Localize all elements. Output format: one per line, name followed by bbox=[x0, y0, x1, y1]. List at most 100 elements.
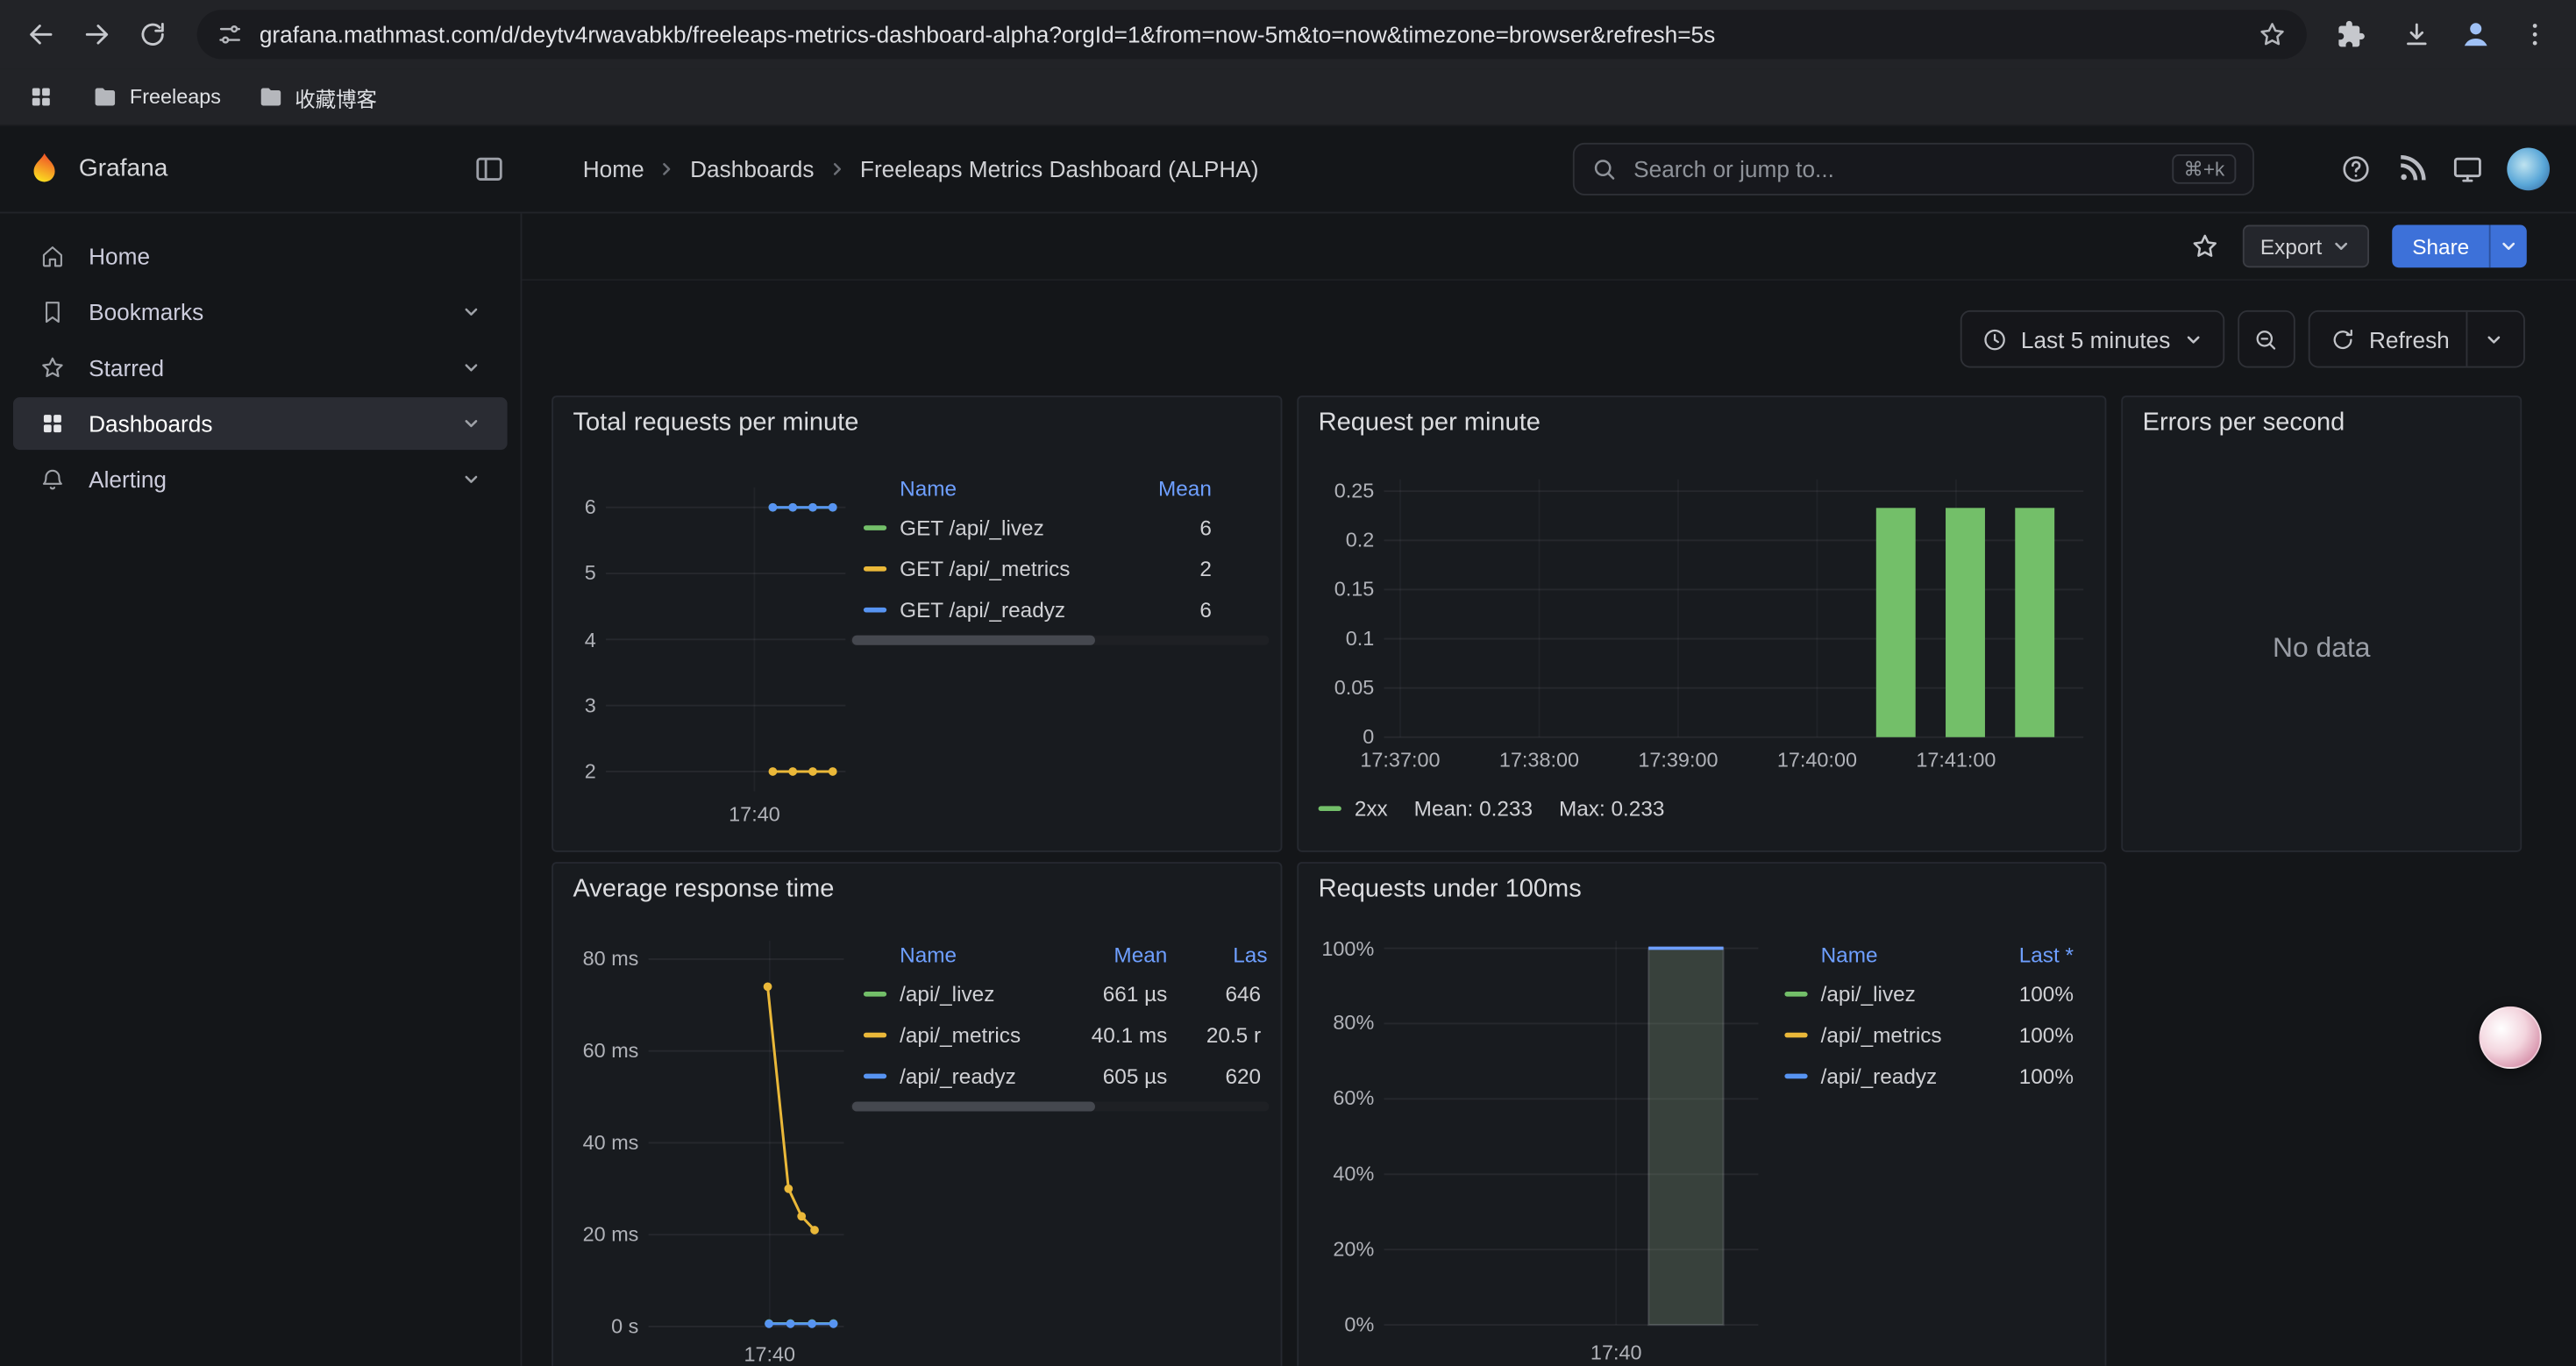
legend-scrollbar-thumb[interactable] bbox=[852, 636, 1095, 645]
reload-button[interactable] bbox=[125, 6, 181, 62]
legend-col-name[interactable]: Name bbox=[1821, 937, 1878, 973]
sidebar-item-label: Bookmarks bbox=[89, 299, 203, 325]
chevron-down-icon[interactable] bbox=[461, 358, 480, 377]
chart-canvas[interactable] bbox=[649, 941, 844, 1327]
reload-icon bbox=[138, 19, 167, 49]
legend-row[interactable]: /api/_livez100% bbox=[1771, 973, 2087, 1014]
legend-scrollbar[interactable] bbox=[850, 1101, 1269, 1111]
monitor-icon[interactable] bbox=[2451, 153, 2484, 185]
header-icons bbox=[2339, 126, 2550, 211]
chart-canvas[interactable] bbox=[1384, 941, 1759, 1325]
user-avatar[interactable] bbox=[2507, 148, 2550, 191]
url-bar[interactable]: grafana.mathmast.com/d/deytv4rwavabkb/fr… bbox=[197, 10, 2307, 59]
legend-col-mean[interactable]: Mean bbox=[1114, 937, 1167, 973]
bookmark-folder[interactable]: Freeleaps bbox=[79, 77, 234, 117]
chevron-down-icon[interactable] bbox=[461, 470, 480, 489]
sidebar-item-alerting[interactable]: Alerting bbox=[13, 453, 508, 506]
back-button[interactable] bbox=[13, 6, 69, 62]
total-requests-legend: Name MeanGET /api/_livez6GET /api/_metric… bbox=[850, 471, 1269, 644]
star-icon bbox=[39, 354, 66, 381]
legend-col-last[interactable]: Las bbox=[1233, 937, 1267, 973]
home-icon bbox=[39, 243, 66, 269]
bookmark-star-icon[interactable] bbox=[2258, 19, 2288, 49]
refresh-icon bbox=[2330, 326, 2356, 352]
share-button[interactable]: Share bbox=[2393, 225, 2527, 268]
sidebar-item-dashboards[interactable]: Dashboards bbox=[13, 397, 508, 450]
breadcrumb-item[interactable]: Dashboards bbox=[690, 156, 814, 182]
series-name: /api/_metrics bbox=[900, 1014, 1021, 1056]
browser-window: grafana.mathmast.com/d/deytv4rwavabkb/fr… bbox=[0, 0, 2576, 1362]
legend-col-last[interactable]: Last * bbox=[2019, 937, 2074, 973]
refresh-button[interactable]: Refresh bbox=[2309, 310, 2525, 368]
chevron-down-icon[interactable] bbox=[461, 302, 480, 322]
y-axis-label: 40 ms bbox=[553, 1131, 638, 1154]
x-axis-label: 17:40 bbox=[1542, 1341, 1690, 1364]
legend-row[interactable]: /api/_metrics40.1 ms20.5 r bbox=[850, 1014, 1269, 1056]
export-button[interactable]: Export bbox=[2242, 225, 2369, 268]
sidebar-item-home[interactable]: Home bbox=[13, 230, 508, 282]
request-per-minute-legend[interactable]: 2xx Mean: 0.233 Max: 0.233 bbox=[1319, 796, 1665, 821]
y-axis-label: 0.1 bbox=[1299, 627, 1374, 650]
legend-row[interactable]: /api/_metrics100% bbox=[1771, 1014, 2087, 1056]
floating-avatar[interactable] bbox=[2479, 1007, 2541, 1069]
y-axis-label: 5 bbox=[553, 562, 596, 585]
y-axis-label: 0% bbox=[1299, 1313, 1374, 1336]
breadcrumb-item[interactable]: Home bbox=[583, 156, 644, 182]
panel-title[interactable]: Errors per second bbox=[2143, 409, 2345, 438]
breadcrumb-separator-icon bbox=[658, 160, 677, 179]
search-input[interactable] bbox=[1630, 154, 2172, 184]
series-last: 20.5 r bbox=[1206, 1014, 1261, 1056]
favorite-star-icon[interactable] bbox=[2189, 231, 2219, 261]
series-mean: 605 µs bbox=[1103, 1056, 1168, 1097]
y-axis-label: 0.05 bbox=[1299, 677, 1374, 700]
forward-button[interactable] bbox=[69, 6, 125, 62]
help-icon[interactable] bbox=[2339, 153, 2372, 185]
chevron-down-icon[interactable] bbox=[461, 414, 480, 433]
panel-requests-under-100ms: Requests under 100ms 100%80%60%40%20%0%1… bbox=[1297, 862, 2106, 1366]
series-color-dash bbox=[864, 608, 886, 613]
y-axis-label: 2 bbox=[553, 760, 596, 783]
series-color-dash bbox=[1784, 1033, 1807, 1038]
legend-col-name[interactable]: Name bbox=[900, 937, 957, 973]
chart-canvas[interactable] bbox=[606, 487, 845, 791]
legend-row[interactable]: GET /api/_readyz6 bbox=[850, 589, 1269, 630]
legend-row[interactable]: GET /api/_livez6 bbox=[850, 508, 1269, 549]
sidebar-item-starred[interactable]: Starred bbox=[13, 341, 508, 394]
share-menu-button[interactable] bbox=[2489, 225, 2527, 268]
average-response-time-legend: Name Mean Las/api/_livez661 µs646/api/_met… bbox=[850, 937, 1269, 1111]
apps-shortcut-button[interactable] bbox=[19, 75, 62, 118]
profile-button[interactable] bbox=[2454, 13, 2497, 56]
sidebar-item-bookmarks[interactable]: Bookmarks bbox=[13, 286, 508, 338]
y-axis-label: 80 ms bbox=[553, 948, 638, 971]
legend-col-mean[interactable]: Mean bbox=[1158, 471, 1212, 507]
chart-canvas[interactable] bbox=[1384, 480, 2084, 737]
legend-scrollbar[interactable] bbox=[850, 636, 1269, 645]
legend-header-row: Name Last * bbox=[1771, 937, 2087, 973]
site-settings-icon[interactable] bbox=[217, 21, 243, 47]
search-box[interactable]: ⌘+k bbox=[1573, 143, 2254, 196]
chevron-down-icon[interactable] bbox=[2484, 329, 2503, 348]
bookmark-folder[interactable]: 收藏博客 bbox=[244, 75, 390, 119]
y-axis-label: 6 bbox=[553, 496, 596, 519]
grafana-logo-icon[interactable] bbox=[26, 151, 62, 187]
legend-row[interactable]: GET /api/_metrics2 bbox=[850, 548, 1269, 589]
legend-row[interactable]: /api/_livez661 µs646 bbox=[850, 973, 1269, 1014]
rss-icon[interactable] bbox=[2395, 153, 2428, 185]
legend-col-name[interactable]: Name bbox=[900, 471, 957, 507]
legend-row[interactable]: /api/_readyz605 µs620 bbox=[850, 1056, 1269, 1097]
y-axis-label: 60% bbox=[1299, 1087, 1374, 1110]
browser-menu-button[interactable] bbox=[2507, 6, 2563, 62]
series-name[interactable]: 2xx bbox=[1355, 796, 1388, 821]
time-range-picker[interactable]: Last 5 minutes bbox=[1960, 310, 2225, 368]
request-per-minute-chart[interactable]: 0.250.20.150.10.05017:37:0017:38:0017:39… bbox=[1299, 397, 2104, 850]
y-axis-label: 0.15 bbox=[1299, 578, 1374, 601]
legend-row[interactable]: /api/_readyz100% bbox=[1771, 1056, 2087, 1097]
mega-menu-dock-icon[interactable] bbox=[473, 153, 505, 185]
y-axis-label: 0.25 bbox=[1299, 480, 1374, 502]
downloads-button[interactable] bbox=[2388, 6, 2444, 62]
extensions-button[interactable] bbox=[2323, 6, 2380, 62]
legend-scrollbar-thumb[interactable] bbox=[852, 1101, 1095, 1111]
time-controls: Last 5 minutes Refresh bbox=[1960, 310, 2525, 368]
no-data-message: No data bbox=[2123, 446, 2520, 850]
zoom-out-button[interactable] bbox=[2238, 310, 2295, 368]
